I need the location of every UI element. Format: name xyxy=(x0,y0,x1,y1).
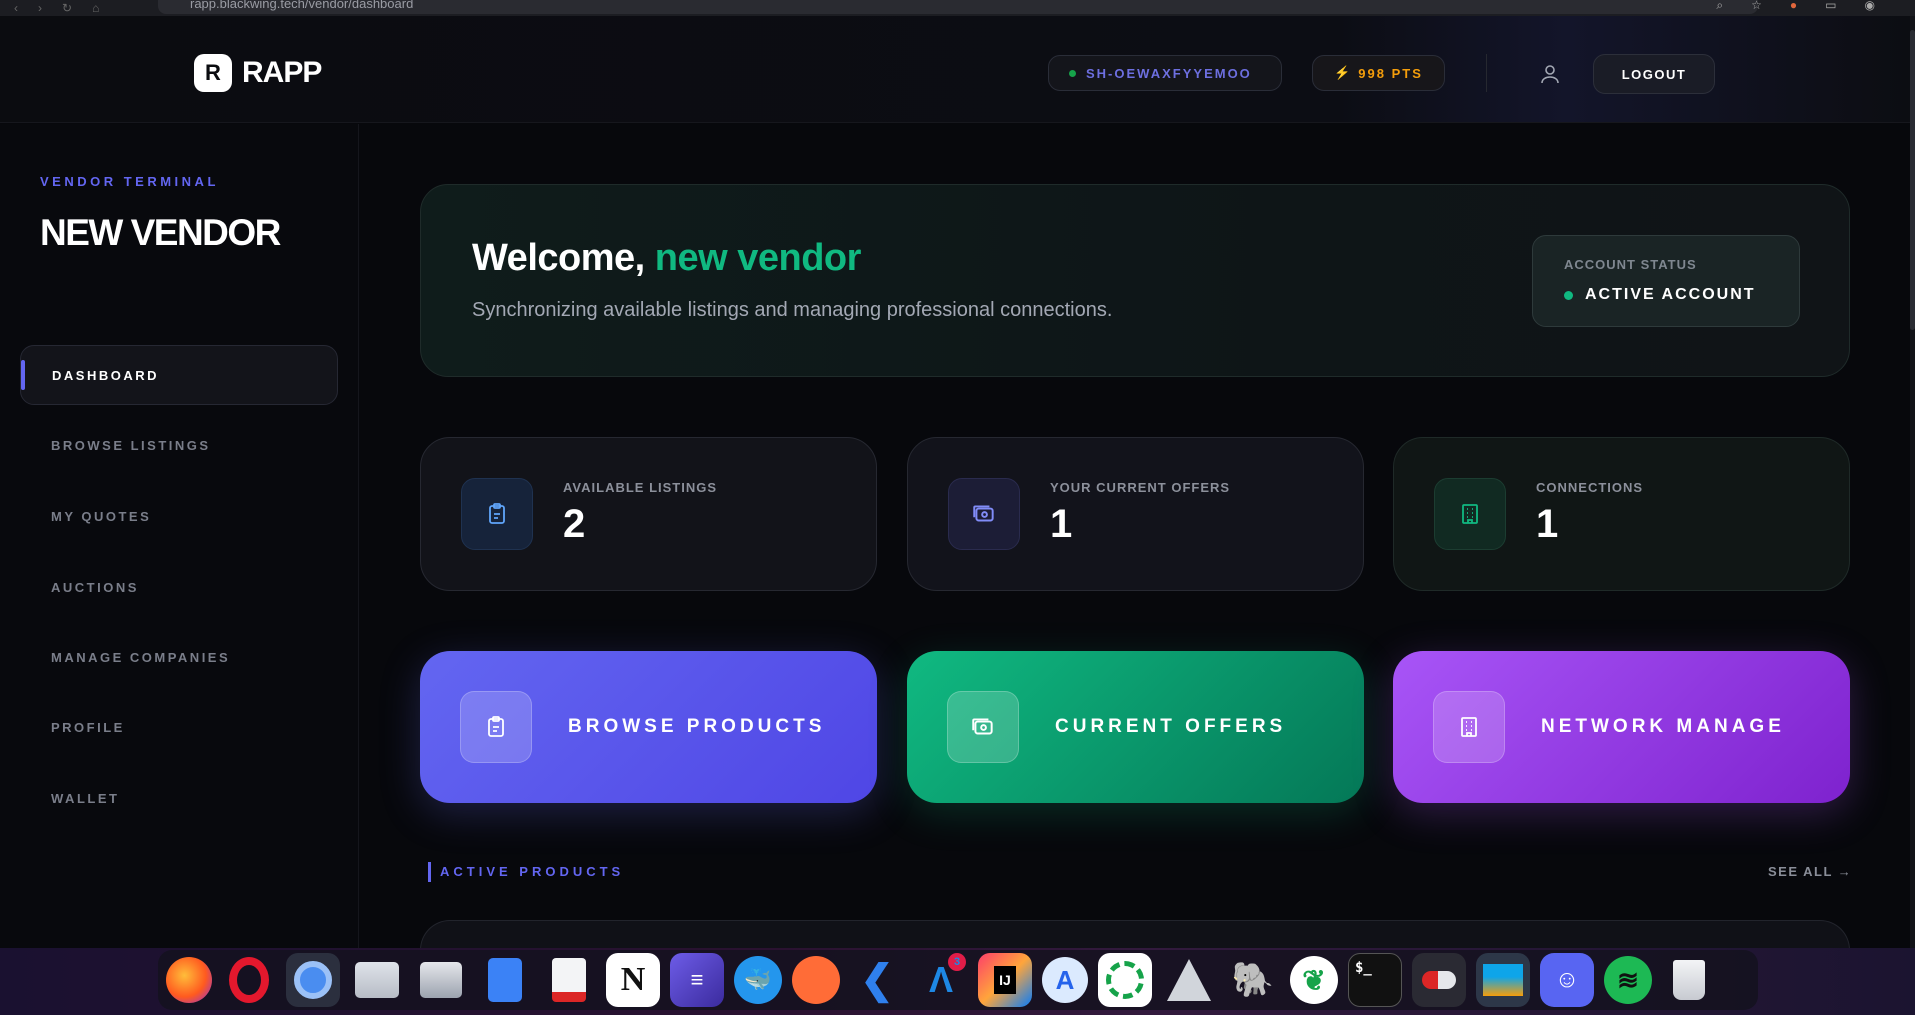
points-chip: ⚡ 998 PTS xyxy=(1312,55,1445,91)
app-store-icon[interactable]: A xyxy=(1042,957,1088,1003)
reload-icon[interactable]: ↻ xyxy=(62,1,72,15)
home-icon[interactable]: ⌂ xyxy=(92,1,99,15)
sidebar-item-browse-listings[interactable]: BROWSE LISTINGS xyxy=(20,415,338,475)
url-text[interactable]: rapp.blackwing.tech/vendor/dashboard xyxy=(190,0,413,11)
account-status-label: ACCOUNT STATUS xyxy=(1564,257,1697,272)
chromium-icon[interactable] xyxy=(286,953,340,1007)
account-status-box: ACCOUNT STATUS ACTIVE ACCOUNT xyxy=(1532,235,1800,327)
browser-nav: ‹ › ↻ ⌂ xyxy=(14,1,99,15)
account-status-text: ACTIVE ACCOUNT xyxy=(1585,286,1756,303)
welcome-banner: Welcome, new vendor Synchronizing availa… xyxy=(420,184,1850,377)
sidebar-title: NEW VENDOR xyxy=(40,212,281,253)
opera-icon[interactable] xyxy=(222,953,276,1007)
bolt-icon: ⚡ xyxy=(1334,65,1351,80)
vscode-icon[interactable]: ❮ xyxy=(850,953,904,1007)
sidebar: VENDOR TERMINAL NEW VENDOR DASHBOARD BRO… xyxy=(0,124,359,948)
action-label: BROWSE PRODUCTS xyxy=(568,716,826,737)
session-id: SH-OEWAXFYYEMOO xyxy=(1086,65,1252,81)
notification-badge: 3 xyxy=(948,953,966,971)
browse-products-button[interactable]: BROWSE PRODUCTS xyxy=(420,651,877,803)
header-divider xyxy=(1486,54,1487,92)
stat-value: 1 xyxy=(1050,502,1073,546)
cash-icon xyxy=(947,691,1019,763)
section-title: ACTIVE PRODUCTS xyxy=(440,864,625,879)
forward-icon[interactable]: › xyxy=(38,1,42,15)
trash-icon[interactable] xyxy=(1662,953,1716,1007)
sidebar-item-manage-companies[interactable]: MANAGE COMPANIES xyxy=(20,627,338,687)
notion-icon[interactable]: N xyxy=(606,953,660,1007)
stat-value: 1 xyxy=(1536,502,1559,546)
stat-label: CONNECTIONS xyxy=(1536,480,1644,495)
spotify-icon[interactable]: ≋ xyxy=(1604,956,1652,1004)
arduino-icon[interactable]: Λ3 xyxy=(914,953,968,1007)
building-icon xyxy=(1434,478,1506,550)
docs-icon[interactable] xyxy=(478,953,532,1007)
editor-icon[interactable]: ≡ xyxy=(670,953,724,1007)
sidebar-item-my-quotes[interactable]: MY QUOTES xyxy=(20,486,338,546)
intellij-label: IJ xyxy=(994,966,1016,994)
session-chip: SH-OEWAXFYYEMOO xyxy=(1048,55,1282,91)
section-accent-bar xyxy=(428,862,431,882)
sidebar-eyebrow: VENDOR TERMINAL xyxy=(40,174,219,189)
current-offers-button[interactable]: CURRENT OFFERS xyxy=(907,651,1364,803)
postman-icon[interactable] xyxy=(792,956,840,1004)
text-editor-icon[interactable] xyxy=(542,953,596,1007)
stat-card-offers: YOUR CURRENT OFFERS 1 xyxy=(907,437,1364,591)
terminal-icon[interactable]: $_ xyxy=(1348,953,1402,1007)
network-manage-button[interactable]: NETWORK MANAGE xyxy=(1393,651,1850,803)
profile-icon[interactable]: ◉ xyxy=(1865,0,1875,13)
mongodb-icon[interactable]: ❦ xyxy=(1290,956,1338,1004)
building-icon xyxy=(1433,691,1505,763)
tableplus-icon[interactable]: 🐘 xyxy=(1226,953,1280,1007)
welcome-name: new vendor xyxy=(654,237,862,279)
welcome-subtitle: Synchronizing available listings and man… xyxy=(472,299,1113,321)
sidebar-item-auctions[interactable]: AUCTIONS xyxy=(20,557,338,617)
intellij-icon[interactable]: IJ xyxy=(978,953,1032,1007)
scrollbar-thumb[interactable] xyxy=(1910,30,1915,330)
online-indicator xyxy=(1069,69,1076,77)
stat-label: YOUR CURRENT OFFERS xyxy=(1050,480,1231,495)
see-all-link[interactable]: SEE ALL → xyxy=(1768,864,1852,879)
3d-icon[interactable] xyxy=(1162,953,1216,1007)
share-icon[interactable]: ▭ xyxy=(1825,0,1836,13)
logout-button[interactable]: LOGOUT xyxy=(1593,54,1715,94)
clipboard-icon xyxy=(461,478,533,550)
bookmark-icon[interactable]: ☆ xyxy=(1751,0,1762,13)
logo-mark: R xyxy=(194,54,232,92)
app-header: R RAPP SH-OEWAXFYYEMOO ⚡ 998 PTS LOGOUT xyxy=(0,16,1910,123)
docker-icon[interactable]: 🐳 xyxy=(734,956,782,1004)
sidebar-item-profile[interactable]: PROFILE xyxy=(20,697,338,757)
browser-toolbar: ‹ › ↻ ⌂ rapp.blackwing.tech/vendor/dashb… xyxy=(0,0,1915,16)
cash-icon xyxy=(948,478,1020,550)
search-icon[interactable]: ⌕ xyxy=(1716,0,1723,13)
logo[interactable]: R RAPP xyxy=(194,54,322,92)
sync-icon[interactable] xyxy=(1098,953,1152,1007)
action-label: CURRENT OFFERS xyxy=(1055,716,1287,737)
sidebar-item-wallet[interactable]: WALLET xyxy=(20,768,338,828)
logo-text: RAPP xyxy=(242,56,322,89)
status-dot-icon xyxy=(1564,290,1573,300)
monitor-icon[interactable] xyxy=(1476,953,1530,1007)
user-icon[interactable] xyxy=(1538,62,1562,86)
firefox-icon[interactable] xyxy=(166,957,212,1003)
stat-value: 2 xyxy=(563,502,586,546)
stat-card-connections: CONNECTIONS 1 xyxy=(1393,437,1850,591)
welcome-heading: Welcome, new vendor xyxy=(472,237,861,280)
files-icon[interactable] xyxy=(350,953,404,1007)
dock: N ≡ 🐳 ❮ Λ3 IJ A 🐘 ❦ $_ ☺ ≋ xyxy=(158,950,1758,1010)
points-value: 998 PTS xyxy=(1358,65,1423,81)
back-icon[interactable]: ‹ xyxy=(14,1,18,15)
stat-label: AVAILABLE LISTINGS xyxy=(563,480,718,495)
sidebar-item-dashboard[interactable]: DASHBOARD xyxy=(20,345,338,405)
account-status-value: ACTIVE ACCOUNT xyxy=(1564,286,1756,304)
discord-icon[interactable]: ☺ xyxy=(1540,953,1594,1007)
action-label: NETWORK MANAGE xyxy=(1541,716,1785,737)
archive-icon[interactable] xyxy=(414,953,468,1007)
extension-icon[interactable]: ● xyxy=(1790,0,1797,13)
welcome-greeting: Welcome, xyxy=(472,237,655,279)
browser-actions: ⌕ ☆ ● ▭ ◉ xyxy=(1716,0,1875,13)
toggle-icon[interactable] xyxy=(1412,953,1466,1007)
clipboard-icon xyxy=(460,691,532,763)
stat-card-listings: AVAILABLE LISTINGS 2 xyxy=(420,437,877,591)
